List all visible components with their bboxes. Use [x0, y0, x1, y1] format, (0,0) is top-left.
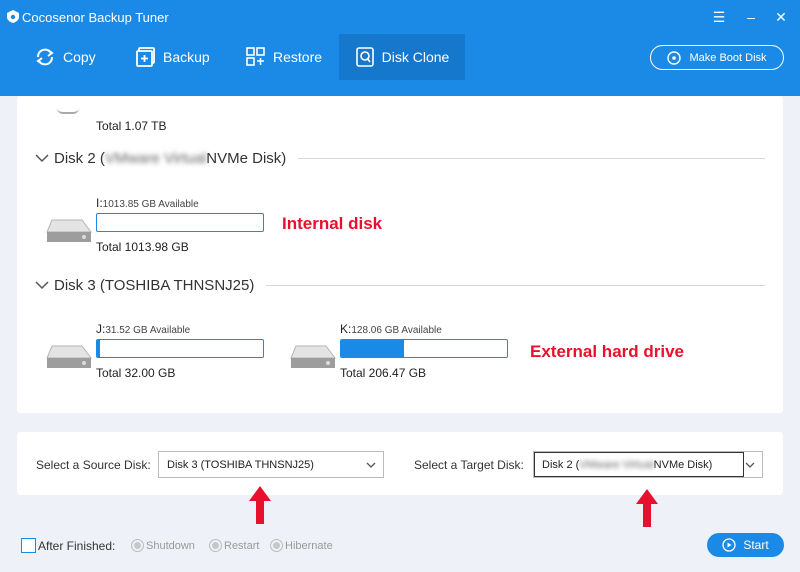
- source-disk-dropdown[interactable]: Disk 3 (TOSHIBA THNSNJ25): [158, 451, 384, 478]
- disk1-total: Total 1.07 TB: [96, 119, 167, 133]
- drive-i-usage-bar: [96, 213, 264, 232]
- drive-j-usage-bar: [96, 339, 264, 358]
- drive-k-usage-fill: [341, 340, 405, 357]
- target-disk-value: Disk 2 (VMware Virtual NVMe Disk): [534, 452, 744, 477]
- tab-copy-label: Copy: [63, 49, 96, 65]
- tab-disk-clone[interactable]: Disk Clone: [339, 34, 465, 80]
- make-boot-disk-label: Make Boot Disk: [689, 51, 767, 64]
- drive-j-available: 31.52 GB Available: [105, 325, 191, 336]
- target-disk-label: Select a Target Disk:: [414, 458, 524, 472]
- tab-copy[interactable]: Copy: [34, 34, 96, 80]
- after-finished-label: After Finished:: [38, 539, 116, 553]
- divider: [266, 284, 765, 286]
- target-disk-dropdown[interactable]: Disk 2 (VMware Virtual NVMe Disk): [533, 451, 763, 478]
- app-header: Cocosenor Backup Tuner ☰ – ✕ Copy Backup…: [0, 0, 800, 96]
- boot-disk-icon: [667, 50, 682, 65]
- footer-bar: After Finished: Shutdown Restart Hiberna…: [0, 521, 800, 572]
- hard-drive-icon: [46, 345, 92, 368]
- drive-k-label: K:128.06 GB Available: [340, 322, 442, 336]
- drive-i-letter: I:: [96, 196, 103, 210]
- drive-k-available: 128.06 GB Available: [351, 325, 442, 336]
- disk-list-panel[interactable]: Total 1.07 TB Disk 2 (VMware Virtual NVM…: [17, 96, 783, 413]
- hard-drive-icon: [290, 345, 336, 368]
- chevron-down-icon: [745, 462, 755, 468]
- source-disk-label: Select a Source Disk:: [36, 458, 151, 472]
- drive-j-total: Total 32.00 GB: [96, 366, 176, 380]
- radio-dot: [131, 539, 144, 552]
- radio-restart-label: Restart: [224, 539, 260, 552]
- chevron-down-icon: [366, 462, 376, 468]
- close-icon[interactable]: ✕: [772, 8, 790, 26]
- tab-disk-clone-label: Disk Clone: [381, 49, 450, 65]
- tab-restore-label: Restore: [273, 49, 323, 65]
- radio-hibernate-label: Hibernate: [285, 539, 333, 552]
- chevron-down-icon: [35, 154, 49, 163]
- tab-backup-label: Backup: [163, 49, 210, 65]
- radio-shutdown-label: Shutdown: [146, 539, 195, 552]
- tab-backup[interactable]: Backup: [136, 34, 210, 80]
- radio-dot: [209, 539, 222, 552]
- target-disk-blurred: VMware Virtual: [579, 458, 654, 471]
- drive-k-usage-bar: [340, 339, 508, 358]
- drive-i[interactable]: I:1013.85 GB Available Total 1013.98 GB: [46, 196, 286, 260]
- disk-clone-icon: [355, 47, 374, 67]
- source-disk-value: Disk 3 (TOSHIBA THNSNJ25): [167, 458, 314, 471]
- after-finished-checkbox[interactable]: [21, 538, 36, 553]
- drive-i-label: I:1013.85 GB Available: [96, 196, 199, 210]
- make-boot-disk-button[interactable]: Make Boot Disk: [650, 45, 784, 70]
- disk2-title-suffix: NVMe Disk): [206, 149, 287, 167]
- app-logo-icon: [7, 10, 19, 23]
- drive-i-available: 1013.85 GB Available: [102, 199, 199, 210]
- drive-i-total: Total 1013.98 GB: [96, 240, 189, 254]
- target-disk-prefix: Disk 2 (: [542, 458, 580, 471]
- restore-icon: [246, 47, 265, 66]
- start-label: Start: [743, 538, 769, 552]
- tab-restore[interactable]: Restore: [246, 34, 322, 80]
- title-bar: Cocosenor Backup Tuner ☰ – ✕: [0, 0, 800, 34]
- divider: [298, 157, 765, 159]
- disk3-title: Disk 3 (TOSHIBA THNSNJ25): [54, 276, 255, 294]
- disk2-title-blurred: VMware Virtual: [104, 149, 207, 167]
- drive-j[interactable]: J:31.52 GB Available Total 32.00 GB: [46, 322, 286, 386]
- radio-shutdown[interactable]: Shutdown: [131, 539, 195, 552]
- minimize-icon[interactable]: –: [742, 8, 760, 26]
- radio-hibernate[interactable]: Hibernate: [270, 539, 333, 552]
- annotation-external-drive: External hard drive: [530, 342, 685, 361]
- drive-j-letter: J:: [96, 322, 106, 336]
- menu-icon[interactable]: ☰: [710, 8, 728, 26]
- target-disk-suffix: NVMe Disk): [653, 458, 713, 471]
- annotation-internal-disk: Internal disk: [282, 214, 383, 233]
- disk3-header[interactable]: Disk 3 (TOSHIBA THNSNJ25): [35, 275, 765, 295]
- chevron-down-icon: [35, 281, 49, 290]
- drive-icon: [57, 108, 79, 114]
- radio-restart[interactable]: Restart: [209, 539, 259, 552]
- drive-k[interactable]: K:128.06 GB Available Total 206.47 GB: [290, 322, 530, 386]
- drive-k-total: Total 206.47 GB: [340, 366, 427, 380]
- backup-icon: [136, 47, 155, 67]
- radio-dot: [270, 539, 283, 552]
- disk2-title-prefix: Disk 2 (: [54, 149, 105, 167]
- copy-icon: [36, 48, 54, 66]
- red-arrow-source-icon: [249, 486, 271, 524]
- play-icon: [722, 538, 736, 552]
- drive-k-letter: K:: [340, 322, 352, 336]
- drive-j-usage-fill: [97, 340, 101, 357]
- drive-j-label: J:31.52 GB Available: [96, 322, 190, 336]
- hard-drive-icon: [46, 219, 92, 242]
- disk2-header[interactable]: Disk 2 (VMware Virtual NVMe Disk): [35, 148, 765, 168]
- start-button[interactable]: Start: [707, 533, 784, 557]
- disk-selector-panel: Select a Source Disk: Disk 3 (TOSHIBA TH…: [17, 432, 783, 495]
- app-title: Cocosenor Backup Tuner: [22, 10, 169, 25]
